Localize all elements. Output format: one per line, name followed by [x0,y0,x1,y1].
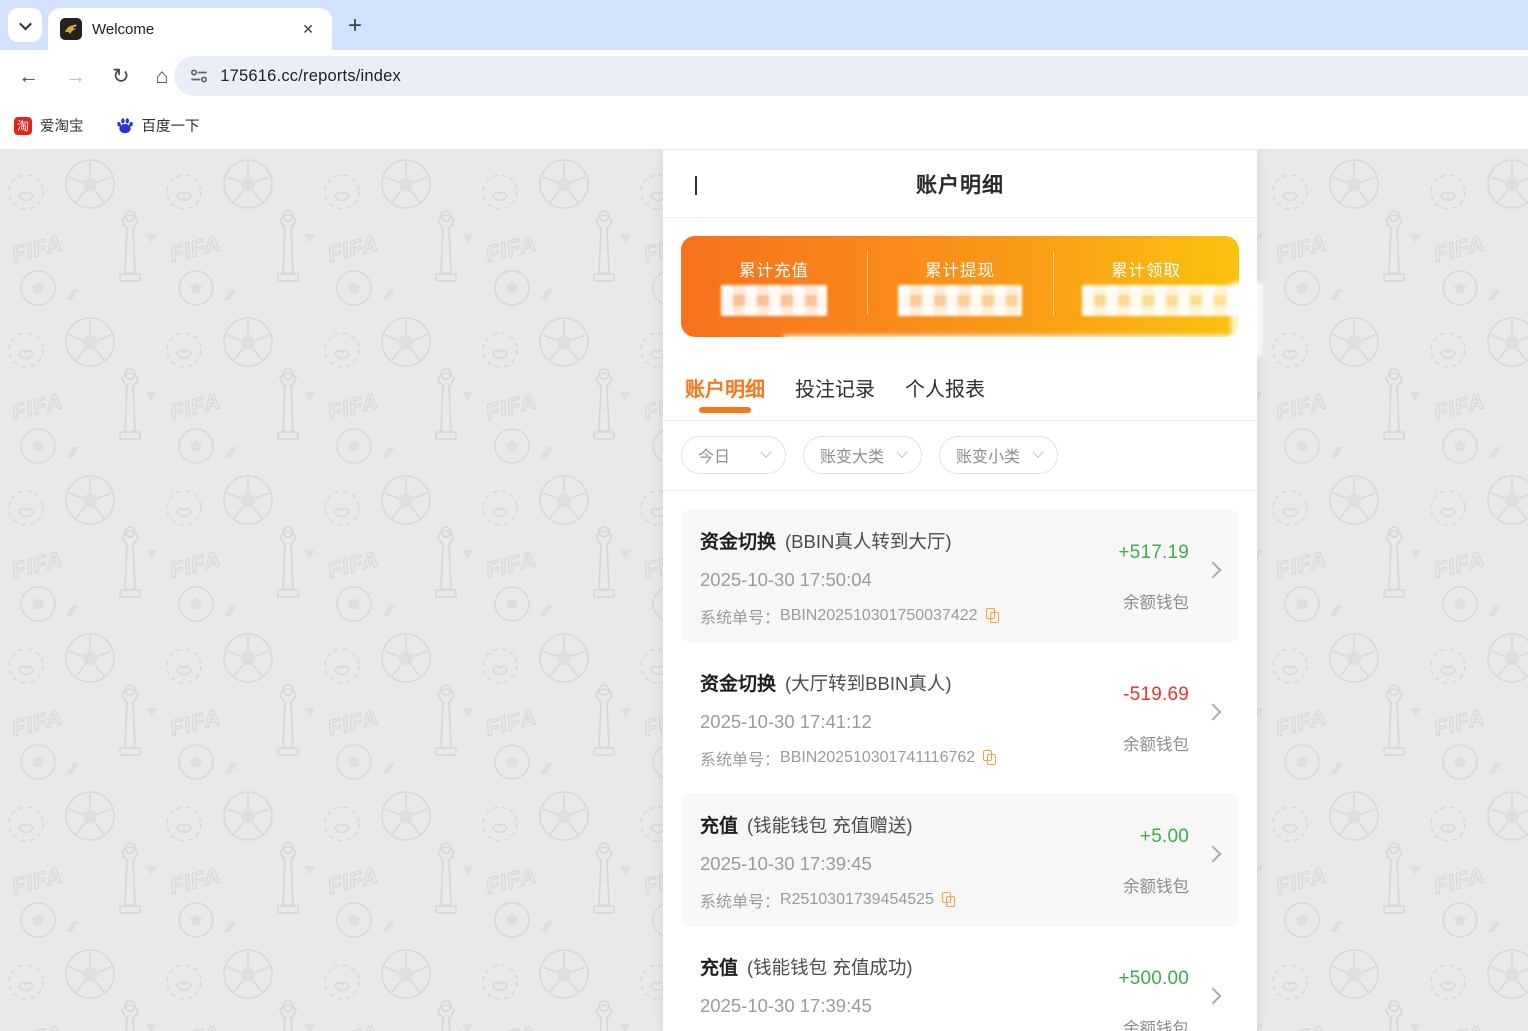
back-chevron-button[interactable] [695,176,709,190]
new-tab-button[interactable]: + [348,14,362,38]
tab-search-button[interactable] [8,8,42,42]
browser-tab-strip: Welcome ✕ + [0,0,1528,50]
txn-type: 资金切换 [700,669,776,696]
summary-total-withdraw: 累计提现 [867,236,1053,337]
address-bar[interactable]: 175616.cc/reports/index [174,56,1528,96]
txn-wallet: 余额钱包 [1123,873,1189,897]
order-label: 系统单号： [700,888,780,912]
filter-major-category-select[interactable]: 账变大类 [803,436,922,474]
browser-toolbar: ← → ↻ ⌂ 175616.cc/reports/index [0,50,1528,102]
txn-wallet: 余额钱包 [1123,1015,1189,1031]
transaction-row[interactable]: 资金切换 (BBIN真人转到大厅) 2025-10-30 17:50:04 系统… [681,509,1239,643]
summary-card: 累计充值 累计提现 累计领取 [681,236,1239,337]
summary-total-claimed: 累计领取 [1053,236,1239,337]
txn-amount: +5.00 [1140,826,1189,848]
blur-overlay [1231,282,1263,356]
filter-minor-category-select[interactable]: 账变小类 [939,436,1058,474]
transaction-list: 资金切换 (BBIN真人转到大厅) 2025-10-30 17:50:04 系统… [663,491,1257,1031]
account-detail-panel: 账户明细 累计充值 累计提现 累计领取 账户明细 [663,150,1257,1031]
copy-icon[interactable] [983,750,998,767]
panel-tabs: 账户明细 投注记录 个人报表 [663,355,1257,421]
masked-value [898,285,1022,316]
transaction-row[interactable]: 充值 (钱能钱包 充值赠送) 2025-10-30 17:39:45 系统单号：… [681,793,1239,927]
order-label: 系统单号： [700,746,780,770]
bookmark-taobao[interactable]: 淘 爱淘宝 [14,115,84,136]
txn-remark: (BBIN真人转到大厅) [785,528,952,554]
order-number: BBIN202510301741116762 [780,749,975,767]
back-button[interactable]: ← [18,66,39,87]
tab-close-icon[interactable]: ✕ [296,17,320,42]
chevron-down-icon [760,447,771,458]
txn-amount: +517.19 [1118,542,1189,564]
baidu-paw-icon [116,117,134,135]
txn-amount: -519.69 [1123,684,1189,706]
reload-button[interactable]: ↻ [112,66,130,87]
txn-remark: (钱能钱包 充值成功) [747,954,912,980]
summary-total-deposit: 累计充值 [681,236,867,337]
txn-type: 资金切换 [700,527,776,554]
masked-value [721,285,827,316]
forward-button[interactable]: → [65,66,86,87]
filters-row: 今日 账变大类 账变小类 [663,421,1257,491]
txn-wallet: 余额钱包 [1123,731,1189,755]
txn-wallet: 余额钱包 [1123,589,1189,613]
page-title: 账户明细 [916,169,1004,199]
copy-icon[interactable] [986,608,1001,625]
order-number: R2510301739454525 [780,891,934,909]
bookmark-baidu[interactable]: 百度一下 [116,115,200,136]
chevron-down-icon [1032,447,1043,458]
txn-remark: (钱能钱包 充值赠送) [747,812,912,838]
filter-date-select[interactable]: 今日 [681,436,786,474]
masked-value [1082,285,1242,316]
blur-overlay [783,335,1247,350]
order-label: 系统单号： [700,604,780,628]
summary-card-wrap: 累计充值 累计提现 累计领取 [681,236,1239,337]
txn-remark: (大厅转到BBIN真人) [785,670,952,696]
order-number: BBIN202510301750037422 [780,607,978,625]
transaction-row[interactable]: 充值 (钱能钱包 充值成功) 2025-10-30 17:39:45 系统单号：… [681,935,1239,1031]
chevron-left-icon [695,176,697,195]
tab-personal-report[interactable]: 个人报表 [905,355,985,420]
txn-amount: +500.00 [1118,968,1189,990]
tab-account-detail[interactable]: 账户明细 [685,355,765,420]
taobao-icon: 淘 [14,117,32,135]
url-text[interactable]: 175616.cc/reports/index [220,67,401,86]
page-background: FIFA [0,150,1528,1031]
panel-header: 账户明细 [663,150,1257,218]
browser-tab[interactable]: Welcome ✕ [48,8,332,50]
transaction-row[interactable]: 资金切换 (大厅转到BBIN真人) 2025-10-30 17:41:12 系统… [681,651,1239,785]
site-favicon-icon [60,18,82,40]
txn-type: 充值 [700,953,738,980]
txn-type: 充值 [700,811,738,838]
tab-bet-records[interactable]: 投注记录 [795,355,875,420]
bookmarks-bar: 淘 爱淘宝 百度一下 [0,102,1528,150]
home-button[interactable]: ⌂ [156,66,169,87]
site-settings-icon[interactable] [190,68,208,84]
chevron-down-icon [19,17,32,30]
chevron-down-icon [896,447,907,458]
copy-icon[interactable] [942,892,957,909]
tab-title: Welcome [92,21,296,38]
